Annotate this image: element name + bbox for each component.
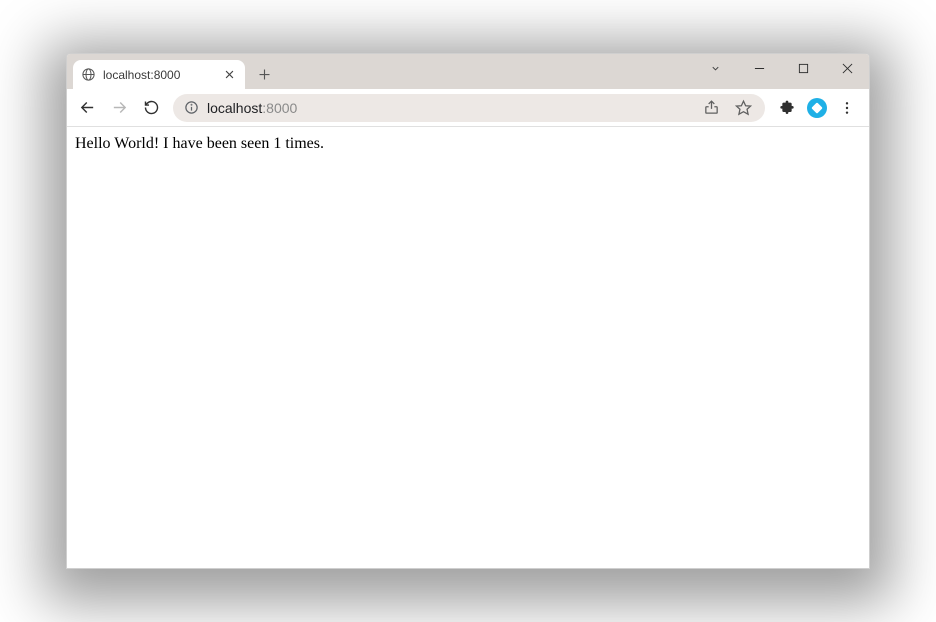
forward-button[interactable] <box>105 94 133 122</box>
close-window-button[interactable] <box>825 54 869 82</box>
browser-window: localhost:8000 <box>66 53 870 569</box>
share-icon[interactable] <box>699 96 723 120</box>
bookmark-icon[interactable] <box>731 96 755 120</box>
tab-title: localhost:8000 <box>103 68 214 82</box>
globe-icon <box>81 67 96 82</box>
close-tab-button[interactable] <box>221 67 237 83</box>
toolbar-right <box>773 94 861 122</box>
back-button[interactable] <box>73 94 101 122</box>
tab-strip: localhost:8000 <box>67 54 869 89</box>
window-controls <box>693 54 869 82</box>
toolbar: localhost:8000 <box>67 89 869 127</box>
browser-tab[interactable]: localhost:8000 <box>73 60 245 89</box>
url-port: :8000 <box>262 100 297 116</box>
page-body-text: Hello World! I have been seen 1 times. <box>75 135 324 152</box>
page-content: Hello World! I have been seen 1 times. <box>67 127 869 568</box>
new-tab-button[interactable] <box>251 61 277 87</box>
reload-button[interactable] <box>137 94 165 122</box>
site-info-icon[interactable] <box>183 100 199 116</box>
address-bar[interactable]: localhost:8000 <box>173 94 765 122</box>
url-host: localhost <box>207 100 262 116</box>
minimize-button[interactable] <box>737 54 781 82</box>
menu-button[interactable] <box>833 94 861 122</box>
url-text: localhost:8000 <box>207 100 691 116</box>
extensions-button[interactable] <box>773 94 801 122</box>
extension-badge-icon <box>807 98 827 118</box>
maximize-button[interactable] <box>781 54 825 82</box>
extension-item[interactable] <box>803 94 831 122</box>
tab-search-button[interactable] <box>693 54 737 82</box>
